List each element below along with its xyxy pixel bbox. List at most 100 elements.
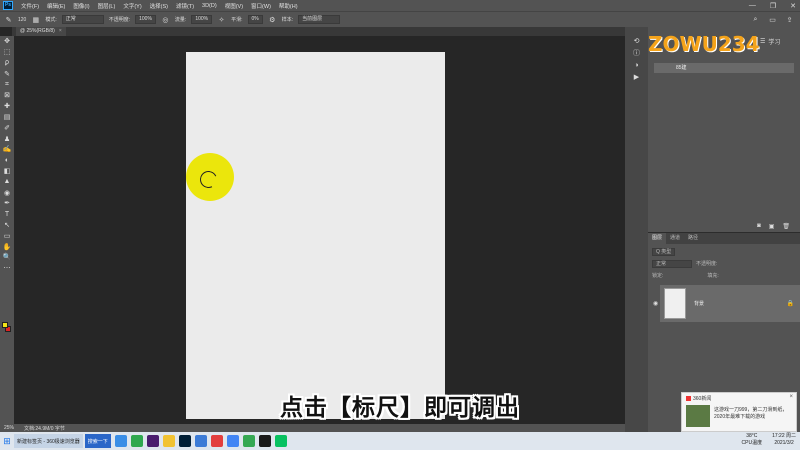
layer-blend-row: 正常 不透明度: — [652, 259, 796, 268]
menu-layer[interactable]: 图层(L) — [94, 2, 120, 10]
layer-row-background[interactable]: ◉ 背景 🔒 — [653, 285, 800, 322]
brush-tool-icon[interactable]: ✐ — [0, 122, 14, 133]
menu-view[interactable]: 视图(V) — [221, 2, 247, 10]
opacity-field[interactable]: 100% — [135, 15, 156, 24]
close-button[interactable]: ✕ — [790, 2, 796, 10]
menu-select[interactable]: 选择(S) — [146, 2, 172, 10]
start-button-icon[interactable]: ⊞ — [0, 432, 14, 450]
menu-window[interactable]: 窗口(W) — [247, 2, 275, 10]
move-tool-icon[interactable]: ✥ — [0, 36, 14, 47]
sample-select[interactable]: 当前图层 — [298, 15, 341, 24]
frame-tool-icon[interactable]: ⊠ — [0, 90, 14, 101]
menu-image[interactable]: 图像(I) — [69, 2, 93, 10]
history-panel-icon[interactable]: ⟲ — [625, 35, 648, 47]
pressure-opacity-icon[interactable]: ◎ — [161, 15, 170, 24]
clone-stamp-tool-icon[interactable]: ♟ — [0, 133, 14, 144]
delete-icon[interactable]: 🗑 — [782, 223, 790, 230]
taskbar-search-button[interactable]: 搜索一下 — [84, 434, 111, 448]
chrome-icon[interactable] — [226, 435, 239, 447]
dodge-tool-icon[interactable]: ◉ — [0, 187, 14, 198]
properties-panel-icon[interactable]: ⓘ — [625, 47, 648, 59]
document-tab-label: @ 25%(RGB/8) — [20, 28, 55, 34]
more-tools-icon[interactable]: ⋯ — [0, 263, 14, 274]
shape-tool-icon[interactable]: ▭ — [0, 230, 14, 241]
pen-tool-icon[interactable]: ✒ — [0, 198, 14, 209]
path-select-tool-icon[interactable]: ↖ — [0, 220, 14, 231]
search-icon[interactable]: ⌕ — [751, 15, 760, 24]
document-info[interactable]: 文档:24.9M/0 字节 — [24, 425, 65, 432]
eyedropper-tool-icon[interactable]: ✚ — [0, 101, 14, 112]
history-actions: ◙ ▣ 🗑 — [757, 223, 790, 230]
wechat-icon[interactable] — [274, 435, 287, 447]
blend-mode-select[interactable]: 正常 — [652, 259, 692, 268]
tab-channels[interactable]: 通道 — [666, 233, 684, 244]
minimize-button[interactable]: — — [749, 2, 756, 9]
app-icon-red[interactable] — [210, 435, 223, 447]
healing-tool-icon[interactable]: ▤ — [0, 112, 14, 123]
airbrush-icon[interactable]: ✧ — [217, 15, 226, 24]
hand-tool-icon[interactable]: ✋ — [0, 241, 14, 252]
premiere-icon[interactable] — [146, 435, 159, 447]
layer-name[interactable]: 背景 — [694, 300, 704, 307]
workspace-icon[interactable]: ▭ — [768, 15, 777, 24]
visibility-eye-icon[interactable]: ◉ — [653, 300, 658, 307]
brush-tool-icon[interactable]: ✎ — [4, 15, 13, 24]
mode-select[interactable]: 正常 — [61, 15, 104, 24]
cpu-temperature[interactable]: 38°C CPU温度 — [742, 433, 763, 447]
zoom-tool-icon[interactable]: 🔍 — [0, 252, 14, 263]
gradient-tool-icon[interactable]: ◧ — [0, 166, 14, 177]
window-controls: — ❐ ✕ — [749, 0, 796, 11]
document-canvas[interactable] — [186, 52, 445, 419]
menu-type[interactable]: 文字(Y) — [119, 2, 145, 10]
menu-3d[interactable]: 3D(D) — [198, 3, 221, 9]
flow-field[interactable]: 100% — [191, 15, 213, 24]
cpu-temperature-value: 38°C — [746, 433, 758, 439]
learn-label: 学习 — [768, 40, 781, 46]
menu-help[interactable]: 帮助(H) — [275, 2, 302, 10]
marquee-tool-icon[interactable]: ⬚ — [0, 47, 14, 58]
tab-paths[interactable]: 路径 — [684, 233, 702, 244]
layer-kind-select[interactable]: Q 类型 — [652, 247, 676, 256]
notification-close-icon[interactable]: × — [789, 394, 793, 400]
maximize-button[interactable]: ❐ — [770, 2, 776, 10]
learn-button[interactable]: ☰ 学习 — [760, 37, 780, 46]
eraser-tool-icon[interactable]: ◐ — [0, 155, 14, 166]
folder-icon[interactable] — [162, 435, 175, 447]
menu-filter[interactable]: 滤镜(T) — [172, 2, 198, 10]
opacity-label: 不透明度: — [108, 17, 131, 23]
media-icon[interactable] — [258, 435, 271, 447]
new-document-icon[interactable]: ▣ — [769, 223, 775, 230]
clock[interactable]: 17:22 周二 2021/3/2 — [772, 433, 796, 447]
document-tab[interactable]: @ 25%(RGB/8) × — [16, 27, 66, 36]
notification-image — [686, 405, 710, 427]
foreground-color-swatch[interactable] — [2, 322, 8, 328]
menu-edit[interactable]: 编辑(E) — [43, 2, 69, 10]
browser-icon[interactable] — [114, 435, 127, 447]
lasso-tool-icon[interactable]: ϼ — [0, 58, 14, 69]
close-tab-icon[interactable]: × — [59, 28, 62, 34]
video-subtitle: 点击【标尺】即可调出 — [280, 395, 520, 421]
tab-layers[interactable]: 图层 — [648, 233, 667, 244]
smoothing-field[interactable]: 0% — [247, 15, 263, 24]
photoshop-icon[interactable] — [178, 435, 191, 447]
blur-tool-icon[interactable]: ▲ — [0, 176, 14, 187]
brush-settings-icon[interactable]: ▦ — [31, 15, 40, 24]
app-icon-green[interactable] — [130, 435, 143, 447]
quick-select-tool-icon[interactable]: ✎ — [0, 68, 14, 79]
history-item[interactable]: 85建 — [654, 63, 794, 73]
share-icon[interactable]: ⇪ — [785, 15, 794, 24]
history-brush-tool-icon[interactable]: ✍ — [0, 144, 14, 155]
type-tool-icon[interactable]: T — [0, 209, 14, 220]
app-icon-blue[interactable] — [194, 435, 207, 447]
snapshot-icon[interactable]: ◙ — [757, 223, 761, 230]
smoothing-options-icon[interactable]: ⚙ — [268, 15, 277, 24]
taskbar-browser-window[interactable]: 新建标签页 - 360极速浏览器 — [14, 434, 83, 448]
news-notification[interactable]: 360新闻 × 这游戏一刀999，第二刀滑到纸，2020年最难下载的游戏 — [681, 392, 797, 432]
app-icon-green-2[interactable] — [242, 435, 255, 447]
actions-panel-icon[interactable]: ▶ — [625, 71, 648, 83]
crop-tool-icon[interactable]: ⌗ — [0, 79, 14, 90]
menu-file[interactable]: 文件(F) — [17, 2, 43, 10]
zoom-level[interactable]: 25% — [4, 425, 14, 431]
adjustments-panel-icon[interactable]: ◑ — [625, 59, 648, 71]
brush-size[interactable]: 120 — [18, 17, 26, 23]
